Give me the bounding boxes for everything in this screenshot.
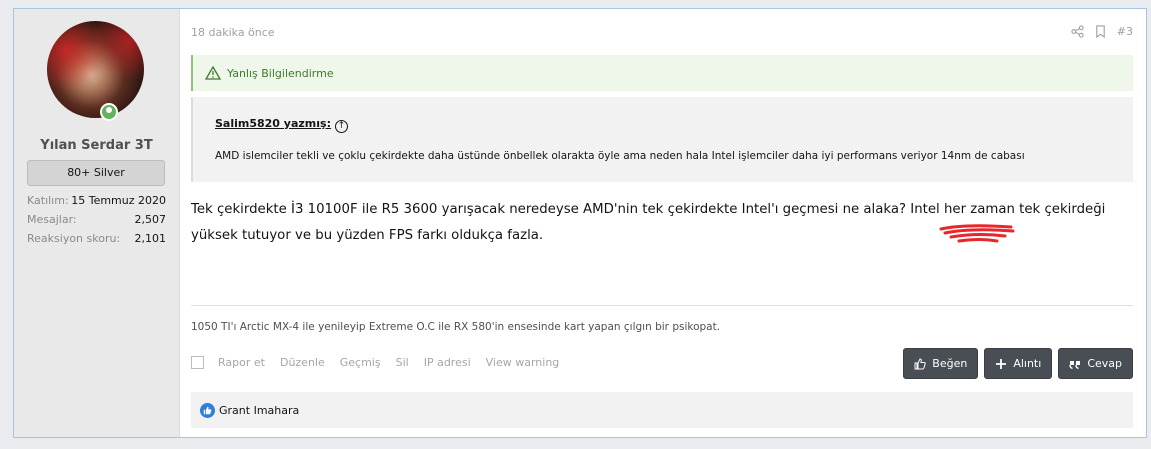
post-number[interactable]: #3 [1117,25,1133,38]
reply-button[interactable]: Cevap [1058,348,1133,379]
user-sidebar: Yılan Serdar 3T 80+ Silver Katılım: 15 T… [14,9,180,437]
action-ip-address[interactable]: IP adresi [424,356,471,369]
quote-text: AMD islemciler tekli ve çoklu çekirdekte… [215,150,1025,162]
stat-row-messages: Mesajlar: 2,507 [27,213,166,226]
red-scribble-annotation [939,224,1015,243]
post-main: 18 dakika önce #3 Yanlış Bilgilendirme S… [191,9,1146,437]
select-checkbox[interactable] [191,356,204,369]
quote-block: Salim5820 yazmış: ↑ AMD islemciler tekli … [191,97,1133,182]
post-meta-actions: #3 [1071,25,1133,38]
forum-post: Yılan Serdar 3T 80+ Silver Katılım: 15 T… [13,8,1147,438]
warning-banner: Yanlış Bilgilendirme [191,55,1133,91]
post-action-links: Rapor et Düzenle Geçmiş Sil IP adresi Vi… [191,356,574,369]
signature-divider [191,305,1133,306]
post-time[interactable]: 18 dakika önce [191,26,275,39]
quote-button[interactable]: Alıntı [984,348,1053,379]
user-signature: 1050 TI'ı Arctic MX-4 ile yenileyip Extr… [191,321,721,333]
user-rank-badge: 80+ Silver [27,160,165,186]
action-view-warning[interactable]: View warning [486,356,560,369]
post-buttons: Beğen Alıntı Cevap [903,348,1133,379]
online-indicator-icon [100,103,118,121]
warning-text: Yanlış Bilgilendirme [227,66,334,80]
like-button[interactable]: Beğen [903,348,979,379]
user-stats: Katılım: 15 Temmuz 2020 Mesajlar: 2,507 … [27,194,166,251]
like-reaction-icon [200,402,215,418]
thumbs-up-icon [914,357,927,369]
action-report[interactable]: Rapor et [218,356,265,369]
reactions-bar: Grant Imahara [191,392,1133,428]
arrow-up-circle-icon[interactable]: ↑ [334,120,348,133]
bookmark-icon[interactable] [1094,25,1107,38]
stat-row-reaction-score: Reaksiyon skoru: 2,101 [27,232,166,245]
avatar[interactable] [47,21,144,118]
plus-icon [996,358,1007,369]
quote-icon [1069,360,1081,369]
share-icon[interactable] [1071,25,1084,38]
action-delete[interactable]: Sil [396,356,409,369]
warning-icon [205,66,221,80]
action-edit[interactable]: Düzenle [280,356,325,369]
stat-row-joined: Katılım: 15 Temmuz 2020 [27,194,166,207]
action-history[interactable]: Geçmiş [340,356,381,369]
reaction-users-link[interactable]: Grant Imahara [219,404,299,417]
quote-author-link[interactable]: Salim5820 yazmış: ↑ [215,117,348,133]
username[interactable]: Yılan Serdar 3T [14,138,179,153]
